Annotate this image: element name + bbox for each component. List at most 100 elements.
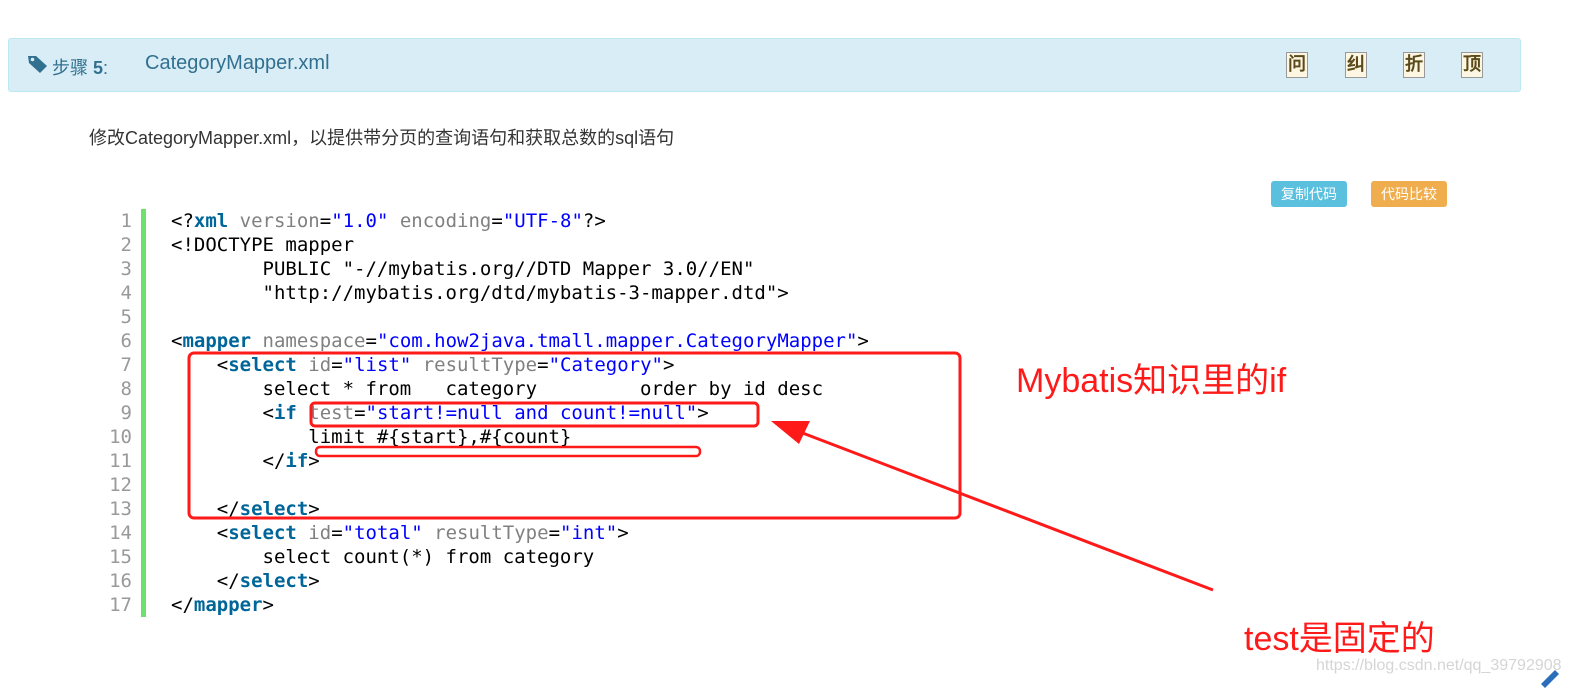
code-token: limit #{start},#{count} <box>171 426 572 448</box>
code-token: select <box>228 522 297 544</box>
code-token: version <box>239 210 320 232</box>
line-number: 17 <box>109 594 132 616</box>
line-number: 7 <box>120 354 132 376</box>
code-token: "http://mybatis.org/dtd/mybatis-3-mapper… <box>171 282 789 304</box>
line-number-gutter: 1 2 3 4 5 6 7 8 9 10 11 12 13 14 15 16 17 <box>92 209 132 617</box>
code-token: "start!=null and count!=null" <box>365 402 698 424</box>
step-number: 5 <box>93 58 104 78</box>
code-line: PUBLIC "-//mybatis.org//DTD Mapper 3.0//… <box>171 257 869 281</box>
code-token: < <box>171 354 229 376</box>
code-line: <!DOCTYPE mapper <box>171 233 869 257</box>
annotation-test-note: test是固定的 <box>1244 620 1435 658</box>
code-token: </ <box>171 450 286 472</box>
code-line: select * from category order by id desc <box>171 377 869 401</box>
code-line: limit #{start},#{count} <box>171 425 869 449</box>
code-line: </mapper> <box>171 593 869 617</box>
line-number: 6 <box>120 330 132 352</box>
code-token: mapper <box>182 330 252 352</box>
code-line: "http://mybatis.org/dtd/mybatis-3-mapper… <box>171 281 869 305</box>
code-token: > <box>308 570 320 592</box>
copy-code-button[interactable]: 复制代码 <box>1271 181 1347 207</box>
code-token: PUBLIC "-//mybatis.org//DTD Mapper 3.0//… <box>171 258 755 280</box>
code-token: > <box>308 450 320 472</box>
code-line: <?xml version="1.0" encoding="UTF-8"?> <box>171 209 869 233</box>
code-token: <? <box>171 210 194 232</box>
code-token: > <box>617 522 629 544</box>
code-line: </select> <box>171 569 869 593</box>
step-separator: : <box>103 58 109 78</box>
line-number: 11 <box>109 450 132 472</box>
code-token: namespace <box>262 330 366 352</box>
code-block[interactable]: <?xml version="1.0" encoding="UTF-8"?> <!… <box>171 209 869 617</box>
code-token: ?> <box>582 210 606 232</box>
code-line: <select id="list" resultType="Category"> <box>171 353 869 377</box>
line-number: 12 <box>109 474 132 496</box>
code-token: test <box>308 402 355 424</box>
line-number: 13 <box>109 498 132 520</box>
line-number: 2 <box>120 234 132 256</box>
step-title: CategoryMapper.xml <box>145 52 330 74</box>
tag-icon <box>28 56 47 73</box>
ask-button[interactable]: 问 <box>1286 52 1308 78</box>
code-token: "UTF-8" <box>502 210 583 232</box>
code-token: = <box>319 210 332 232</box>
code-token: resultType <box>434 522 549 544</box>
compare-code-button[interactable]: 代码比较 <box>1371 181 1447 207</box>
code-token: > <box>697 402 709 424</box>
line-number: 14 <box>109 522 132 544</box>
code-token: < <box>171 522 229 544</box>
top-button[interactable]: 顶 <box>1461 52 1483 78</box>
code-token: if <box>273 402 297 424</box>
line-number: 3 <box>120 258 132 280</box>
code-token: = <box>491 210 503 232</box>
code-line: </select> <box>171 497 869 521</box>
code-token: "Category" <box>548 354 663 376</box>
line-number: 8 <box>120 378 132 400</box>
code-token: select <box>228 354 297 376</box>
code-line: </if> <box>171 449 869 473</box>
code-token: = <box>548 522 561 544</box>
line-number: 5 <box>120 306 132 328</box>
code-token: > <box>857 330 869 352</box>
code-token: > <box>308 498 320 520</box>
annotation-if-note: Mybatis知识里的if <box>1016 362 1287 400</box>
step-word: 步骤 <box>52 58 88 78</box>
fold-button[interactable]: 折 <box>1403 52 1425 78</box>
correct-button[interactable]: 纠 <box>1345 52 1367 78</box>
code-token: > <box>262 594 274 616</box>
code-gutter-bar <box>141 209 146 617</box>
code-token: xml <box>193 210 229 232</box>
code-token: id <box>308 522 332 544</box>
code-line: select count(*) from category <box>171 545 869 569</box>
line-number: 9 <box>120 402 132 424</box>
line-number: 4 <box>120 282 132 304</box>
code-token: "1.0" <box>331 210 389 232</box>
code-token: < <box>171 402 274 424</box>
code-token: = <box>537 354 549 376</box>
code-token: = <box>331 354 343 376</box>
code-token: = <box>365 330 377 352</box>
step-header: 步骤 5: CategoryMapper.xml 问 纠 折 顶 <box>8 38 1521 92</box>
code-token: </ <box>171 570 240 592</box>
step-label: 步骤 5: <box>52 54 108 80</box>
code-line: <mapper namespace="com.how2java.tmall.ma… <box>171 329 869 353</box>
code-token: select <box>239 498 309 520</box>
code-token: encoding <box>399 210 492 232</box>
code-token: "com.how2java.tmall.mapper.CategoryMappe… <box>376 330 858 352</box>
line-number: 1 <box>120 210 132 232</box>
code-line: <select id="total" resultType="int"> <box>171 521 869 545</box>
code-token: </ <box>171 594 194 616</box>
code-token: = <box>331 522 343 544</box>
code-token: select * from category order by id desc <box>171 378 824 400</box>
code-token: resultType <box>422 354 538 376</box>
